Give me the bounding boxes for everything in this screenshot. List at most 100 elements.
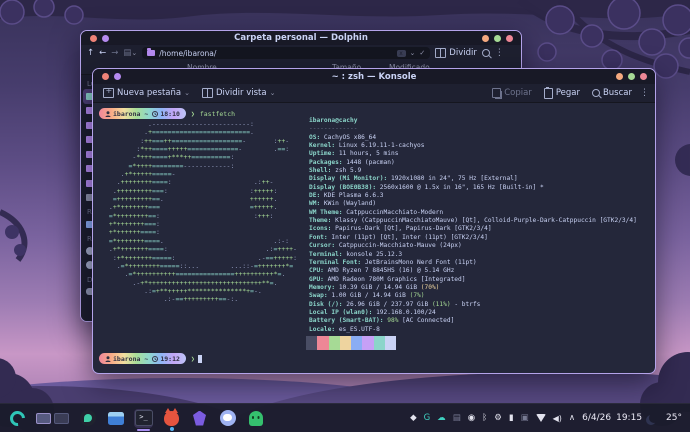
taskbar-app-dolphin[interactable] bbox=[106, 409, 125, 428]
window-menu-button[interactable] bbox=[114, 73, 121, 80]
terminal-color-swatch bbox=[306, 343, 317, 350]
tray-settings-gear-icon[interactable]: ⚙ bbox=[494, 414, 502, 423]
dolphin-toolbar: ↑ ← → ▤⌄ /home/ibarona/ x ⌄ ✓ Dividir ⋮ bbox=[81, 45, 521, 61]
terminal-color-swatch bbox=[351, 336, 362, 343]
maximize-button[interactable] bbox=[494, 35, 501, 42]
konsole-icon: >_ bbox=[135, 410, 153, 426]
tray-inactive-item-icon[interactable]: ▣ bbox=[521, 414, 529, 423]
fastfetch-info-line: Font: Inter (11pt) [Qt], Inter (11pt) [G… bbox=[309, 234, 637, 242]
terminal-color-swatch bbox=[362, 343, 373, 350]
dolphin-titlebar[interactable]: Carpeta personal — Dolphin bbox=[81, 31, 521, 45]
fastfetch-info-line: WM: KWin (Wayland) bbox=[309, 200, 637, 208]
clock-time: 19:15 bbox=[616, 413, 642, 423]
konsole-window-title: ~ : zsh — Konsole bbox=[93, 72, 655, 82]
typed-command: fastfetch bbox=[200, 110, 235, 118]
tray-kdeconnect-icon[interactable]: ◆ bbox=[410, 414, 417, 423]
user-icon bbox=[105, 356, 111, 362]
moon-weather-icon[interactable] bbox=[649, 413, 659, 423]
terminal-color-swatch bbox=[317, 343, 328, 350]
virtual-desktop-pager[interactable] bbox=[36, 413, 69, 424]
overflow-menu-icon[interactable]: ⋮ bbox=[495, 48, 504, 58]
taskbar-app-konsole[interactable]: >_ bbox=[134, 409, 153, 428]
tray-cachyos-update-icon[interactable]: G bbox=[424, 414, 431, 423]
terminal-color-swatch bbox=[317, 336, 328, 343]
gem-icon bbox=[193, 411, 206, 426]
taskbar-app-cachyos-tools[interactable] bbox=[78, 409, 97, 428]
fastfetch-info-line: Disk (/): 26.96 GiB / 237.97 GiB (11%) -… bbox=[309, 301, 637, 309]
close-button[interactable] bbox=[640, 73, 647, 80]
fastfetch-info-line: Terminal: konsole 25.12.3 bbox=[309, 251, 637, 259]
notification-badge bbox=[170, 427, 174, 431]
app-launcher-button[interactable] bbox=[8, 409, 27, 428]
copy-icon bbox=[492, 88, 501, 98]
wifi-icon[interactable] bbox=[536, 414, 546, 422]
search-button[interactable]: Buscar bbox=[588, 86, 636, 100]
temperature-label[interactable]: 25° bbox=[666, 413, 682, 423]
desktop-2-thumbnail[interactable] bbox=[54, 413, 69, 424]
fastfetch-info-line: Theme: Klassy (CatppuccinMacchiatoMauve)… bbox=[309, 217, 637, 225]
clear-location-icon[interactable]: x bbox=[397, 50, 406, 57]
terminal-color-swatch bbox=[385, 343, 396, 350]
terminal-color-swatch bbox=[329, 336, 340, 343]
maximize-button[interactable] bbox=[628, 73, 635, 80]
desktop-1-thumbnail[interactable] bbox=[36, 413, 51, 424]
fastfetch-info-line: Terminal Font: JetBrainsMono Nerd Font (… bbox=[309, 259, 637, 267]
new-tab-button[interactable]: Nueva pestaña ⌄ bbox=[99, 86, 194, 100]
minimize-button[interactable] bbox=[482, 35, 489, 42]
volume-icon[interactable]: ◀) bbox=[553, 414, 562, 423]
digital-clock[interactable]: 6/4/26 19:15 bbox=[582, 413, 642, 423]
split-icon bbox=[435, 48, 446, 58]
hamburger-menu-icon[interactable]: ⋮ bbox=[640, 88, 649, 98]
pin-window-button[interactable] bbox=[102, 73, 109, 80]
chevron-down-icon[interactable]: ⌄ bbox=[410, 49, 416, 57]
fastfetch-info-line: Packages: 1448 (pacman) bbox=[309, 159, 637, 167]
dolphin-icon bbox=[108, 412, 124, 425]
folder-tree-button[interactable]: ▤⌄ bbox=[123, 48, 137, 58]
fastfetch-info-line: Display (Mi Monitor): 1920x1080 in 24", … bbox=[309, 175, 637, 183]
taskbar-app-obsidian[interactable] bbox=[190, 409, 209, 428]
back-button[interactable]: ← bbox=[99, 48, 106, 58]
tray-screen-record-icon[interactable]: ◉ bbox=[468, 414, 475, 423]
confirm-check-icon[interactable]: ✓ bbox=[419, 49, 425, 57]
new-tab-icon bbox=[103, 88, 114, 98]
taskbar-app-fox-app[interactable] bbox=[162, 409, 181, 428]
tray-clipboard-icon[interactable]: ▤ bbox=[453, 414, 461, 423]
paw-icon bbox=[80, 410, 96, 426]
terminal-color-swatch bbox=[340, 336, 351, 343]
terminal-color-swatch bbox=[306, 336, 317, 343]
tray-weather-cloud-icon[interactable]: ☁ bbox=[437, 414, 446, 423]
location-path: /home/ibarona/ bbox=[159, 49, 216, 58]
shell-prompt-line-2[interactable]: ibarona ~ 19:12 ❯ bbox=[99, 353, 202, 364]
window-menu-button[interactable] bbox=[102, 35, 109, 42]
konsole-window[interactable]: ~ : zsh — Konsole Nueva pestaña ⌄ Dividi… bbox=[92, 68, 656, 374]
split-view-button[interactable]: Dividir vista ⌄ bbox=[198, 86, 280, 100]
fastfetch-info-line: Icons: Papirus-Dark [Qt], Papirus-Dark [… bbox=[309, 225, 637, 233]
up-arrow-button[interactable]: ↑ bbox=[87, 48, 94, 58]
konsole-titlebar[interactable]: ~ : zsh — Konsole bbox=[93, 69, 655, 84]
location-bar[interactable]: /home/ibarona/ x ⌄ ✓ bbox=[142, 47, 430, 59]
forward-button[interactable]: → bbox=[111, 48, 118, 58]
search-icon[interactable] bbox=[482, 49, 490, 57]
minimize-button[interactable] bbox=[616, 73, 623, 80]
terminal-cursor bbox=[198, 355, 202, 363]
paste-button[interactable]: Pegar bbox=[540, 86, 584, 101]
terminal-color-palette bbox=[306, 336, 396, 350]
tray-expand-arrow-icon[interactable]: ∧ bbox=[569, 414, 575, 423]
copy-button[interactable]: Copiar bbox=[488, 86, 536, 100]
taskbar-app-ghost-app[interactable] bbox=[246, 409, 265, 428]
clock-icon bbox=[152, 111, 158, 117]
terminal-area[interactable]: ibarona ~ 18:10 ❯ fastfetch .-----------… bbox=[94, 103, 654, 372]
konsole-toolbar: Nueva pestaña ⌄ Dividir vista ⌄ Copiar P… bbox=[93, 84, 655, 103]
search-icon bbox=[592, 89, 600, 97]
split-view-button[interactable]: Dividir bbox=[435, 48, 477, 58]
tray-battery-icon[interactable]: ▮ bbox=[509, 414, 514, 423]
ghost-icon bbox=[249, 411, 263, 426]
fastfetch-info-line: OS: CachyOS x86_64 bbox=[309, 134, 637, 142]
fastfetch-info-line: Display (BOE0B38): 2560x1600 @ 1.5x in 1… bbox=[309, 184, 637, 192]
clock-icon bbox=[152, 356, 158, 362]
close-button[interactable] bbox=[506, 35, 513, 42]
tray-bluetooth-icon[interactable]: ᛒ bbox=[482, 414, 487, 423]
pin-window-button[interactable] bbox=[90, 35, 97, 42]
fastfetch-info-line: Swap: 1.00 GiB / 14.94 GiB (7%) bbox=[309, 292, 637, 300]
taskbar-app-chat-app[interactable] bbox=[218, 409, 237, 428]
